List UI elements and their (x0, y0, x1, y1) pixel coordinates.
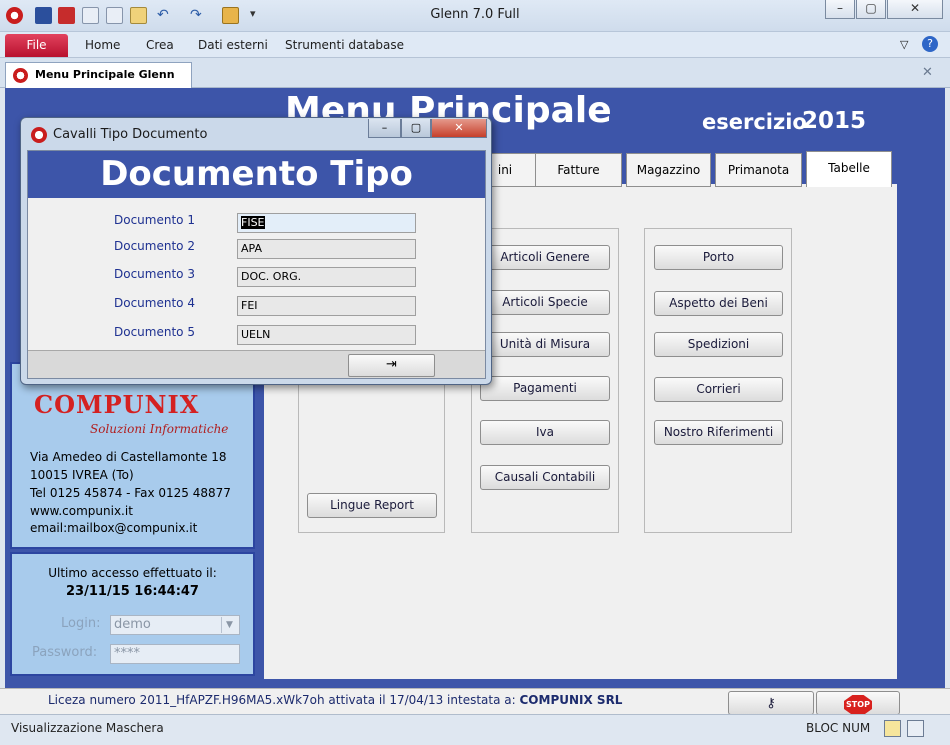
document-tab-strip: Menu Principale Glenn Full ✕ (0, 58, 950, 105)
form-icon (13, 68, 28, 83)
dialog-restore-button[interactable]: ▢ (401, 119, 431, 138)
dialog-minimize-button[interactable]: – (368, 119, 401, 138)
documento-5-label: Documento 5 (114, 325, 195, 339)
articoli-genere-button[interactable]: Articoli Genere (480, 245, 610, 270)
tab-primanota[interactable]: Primanota (715, 153, 802, 187)
key-button[interactable]: ⚷ (728, 691, 814, 715)
documento-4-field[interactable]: FEI (237, 296, 416, 316)
exit-door-icon: ⇥ (386, 357, 397, 372)
exit-button[interactable]: ⇥ (348, 354, 435, 377)
title-bar: ↶ ↷ ▾ Glenn 7.0 Full – ▢ ✕ (0, 0, 950, 32)
last-access-value: 23/11/15 16:44:47 (66, 584, 199, 599)
company-tagline: Soluzioni Informatiche (90, 422, 229, 436)
login-combobox[interactable]: demo ▼ (110, 615, 240, 635)
license-info: Liceza numero 2011_HfAPZF.H96MA5.xWk7oh … (48, 693, 516, 707)
corrieri-button[interactable]: Corrieri (654, 377, 783, 402)
documento-1-value: FISE (241, 216, 265, 229)
dialog-heading: Documento Tipo (100, 154, 413, 194)
close-button[interactable]: ✕ (887, 0, 943, 19)
design-view-icon[interactable] (907, 720, 924, 737)
unita-di-misura-button[interactable]: Unità di Misura (480, 332, 610, 357)
access-panel: Ultimo accesso effettuato il: 23/11/15 1… (10, 552, 255, 676)
documento-1-field[interactable]: FISE (237, 213, 416, 233)
dialog-app-icon (31, 127, 47, 143)
documento-2-label: Documento 2 (114, 239, 195, 253)
close-document-icon[interactable]: ✕ (922, 65, 933, 80)
lingue-report-button[interactable]: Lingue Report (307, 493, 437, 518)
dialog-title: Cavalli Tipo Documento (53, 127, 208, 142)
spedizioni-button[interactable]: Spedizioni (654, 332, 783, 357)
license-text: Liceza numero 2011_HfAPZF.H96MA5.xWk7oh … (48, 693, 622, 707)
file-tab[interactable]: File (5, 34, 68, 57)
documento-3-label: Documento 3 (114, 267, 195, 281)
dialog-footer: ⇥ (28, 350, 485, 378)
key-icon: ⚷ (766, 696, 776, 711)
company-info-panel: COMPUNIX Soluzioni Informatiche Via Amed… (10, 362, 255, 549)
dialog-close-button[interactable]: ✕ (431, 119, 487, 138)
stop-button[interactable]: STOP (816, 691, 900, 715)
stop-icon: STOP (844, 695, 872, 715)
status-view-mode: Visualizzazione Maschera (11, 721, 164, 735)
email-link[interactable]: email:mailbox@compunix.it (30, 521, 197, 535)
documento-3-field[interactable]: DOC. ORG. (237, 267, 416, 287)
aspetto-dei-beni-button[interactable]: Aspetto dei Beni (654, 291, 783, 316)
password-label: Password: (32, 645, 98, 660)
address-line: 10015 IVREA (To) (30, 468, 134, 482)
ribbon-tab-strumenti-database[interactable]: Strumenti database (285, 38, 404, 52)
documento-1-label: Documento 1 (114, 213, 195, 227)
documento-5-field[interactable]: UELN (237, 325, 416, 345)
login-label: Login: (61, 616, 101, 631)
address-line: Via Amedeo di Castellamonte 18 (30, 450, 227, 464)
website-link[interactable]: www.compunix.it (30, 504, 133, 518)
company-logo-text: COMPUNIX (34, 390, 200, 419)
window-title: Glenn 7.0 Full (430, 7, 520, 22)
dialog-body: Documento Tipo Documento 1 FISE Document… (27, 150, 486, 379)
last-access-label: Ultimo accesso effettuato il: (48, 566, 217, 580)
tab-tabelle[interactable]: Tabelle (806, 151, 892, 187)
chevron-down-icon[interactable]: ▼ (221, 617, 237, 633)
ribbon-tab-dati-esterni[interactable]: Dati esterni (198, 38, 268, 52)
tab-magazzino[interactable]: Magazzino (626, 153, 711, 187)
login-value: demo (114, 617, 151, 632)
help-icon[interactable]: ? (922, 36, 938, 52)
documento-4-label: Documento 4 (114, 296, 195, 310)
document-tab[interactable]: Menu Principale Glenn Full (5, 62, 192, 105)
ribbon-collapse-icon[interactable]: ▽ (900, 38, 908, 51)
pagamenti-button[interactable]: Pagamenti (480, 376, 610, 401)
minimize-button[interactable]: – (825, 0, 855, 19)
documento-2-field[interactable]: APA (237, 239, 416, 259)
address-line: Tel 0125 45874 - Fax 0125 48877 (30, 486, 231, 500)
esercizio-value: 2015 (802, 108, 867, 134)
iva-button[interactable]: Iva (480, 420, 610, 445)
porto-button[interactable]: Porto (654, 245, 783, 270)
license-bar: Liceza numero 2011_HfAPZF.H96MA5.xWk7oh … (0, 688, 950, 715)
articoli-specie-button[interactable]: Articoli Specie (480, 290, 610, 315)
causali-contabili-button[interactable]: Causali Contabili (480, 465, 610, 490)
ribbon-tab-home[interactable]: Home (85, 38, 120, 52)
esercizio-label: esercizio (702, 110, 807, 134)
form-view-icon[interactable] (884, 720, 901, 737)
license-owner: COMPUNIX SRL (519, 693, 623, 707)
restore-button[interactable]: ▢ (856, 0, 886, 19)
dialog-window: Cavalli Tipo Documento – ▢ ✕ Documento T… (20, 117, 492, 385)
password-field[interactable]: **** (110, 644, 240, 664)
nostro-riferimenti-button[interactable]: Nostro Riferimenti (654, 420, 783, 445)
status-bar: Visualizzazione Maschera BLOC NUM (0, 714, 950, 745)
tab-fatture[interactable]: Fatture (535, 153, 622, 187)
ribbon: File Home Crea Dati esterni Strumenti da… (0, 32, 950, 58)
ribbon-tab-crea[interactable]: Crea (146, 38, 174, 52)
status-num-lock: BLOC NUM (806, 721, 871, 735)
dialog-header: Documento Tipo (28, 151, 485, 198)
